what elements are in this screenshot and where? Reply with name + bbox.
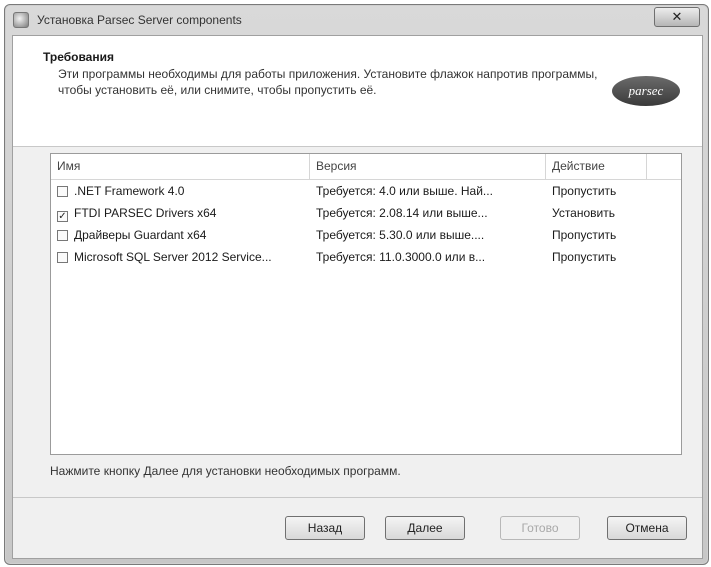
cancel-button[interactable]: Отмена — [607, 516, 687, 540]
row-checkbox[interactable] — [57, 252, 68, 263]
table-row[interactable]: Microsoft SQL Server 2012 Service... Тре… — [51, 246, 681, 268]
row-name-cell: Microsoft SQL Server 2012 Service... — [51, 246, 310, 268]
list-header: Имя Версия Действие — [51, 154, 681, 180]
installer-icon — [13, 12, 29, 28]
row-name: Microsoft SQL Server 2012 Service... — [74, 250, 272, 264]
row-name: FTDI PARSEC Drivers x64 — [74, 206, 217, 220]
row-action: Пропустить — [552, 250, 617, 264]
row-name: Драйверы Guardant x64 — [74, 228, 207, 242]
table-row[interactable]: ✓ FTDI PARSEC Drivers x64 Требуется: 2.08… — [51, 202, 681, 224]
installer-window: Установка Parsec Server components ✕ Тре… — [4, 4, 709, 565]
row-version: Требуется: 2.08.14 или выше... — [316, 206, 488, 220]
instruction-text: Нажмите кнопку Далее для установки необх… — [50, 464, 401, 478]
finish-button: Готово — [500, 516, 580, 540]
table-row[interactable]: .NET Framework 4.0 Требуется: 4.0 или вы… — [51, 180, 681, 202]
row-version: Требуется: 4.0 или выше. Най... — [316, 184, 493, 198]
close-icon: ✕ — [671, 9, 683, 24]
row-version: Требуется: 11.0.3000.0 или в... — [316, 250, 486, 264]
row-checkbox[interactable] — [57, 186, 68, 197]
page-title: Требования — [43, 50, 114, 64]
row-action: Пропустить — [552, 228, 617, 242]
back-button[interactable]: Назад — [285, 516, 365, 540]
row-version: Требуется: 5.30.0 или выше.... — [316, 228, 485, 242]
window-title: Установка Parsec Server components — [37, 13, 242, 27]
row-name-cell: .NET Framework 4.0 — [51, 180, 310, 202]
parsec-logo: parsec — [612, 76, 680, 106]
row-name-cell: ✓ FTDI PARSEC Drivers x64 — [51, 202, 310, 224]
row-name-cell: Драйверы Guardant x64 — [51, 224, 310, 246]
row-action: Установить — [552, 206, 615, 220]
row-checkbox[interactable] — [57, 230, 68, 241]
dialog-client-area: Требования Эти программы необходимы для … — [12, 35, 703, 559]
requirements-list[interactable]: Имя Версия Действие .NET Framework 4.0 Т… — [50, 153, 682, 455]
page-description: Эти программы необходимы для работы прил… — [58, 67, 598, 97]
logo-text: parsec — [628, 83, 664, 98]
row-action: Пропустить — [552, 184, 617, 198]
header-panel: Требования Эти программы необходимы для … — [13, 36, 702, 147]
table-row[interactable]: Драйверы Guardant x64 Требуется: 5.30.0 … — [51, 224, 681, 246]
title-bar: Установка Parsec Server components ✕ — [5, 5, 708, 35]
column-header-name[interactable]: Имя — [51, 154, 310, 179]
column-header-action[interactable]: Действие — [546, 154, 647, 179]
close-button[interactable]: ✕ — [654, 7, 700, 27]
row-checkbox[interactable]: ✓ — [57, 211, 68, 222]
column-header-version[interactable]: Версия — [310, 154, 546, 179]
row-name: .NET Framework 4.0 — [74, 184, 185, 198]
next-button[interactable]: Далее — [385, 516, 465, 540]
button-bar: Назад Далее Готово Отмена — [13, 497, 702, 558]
